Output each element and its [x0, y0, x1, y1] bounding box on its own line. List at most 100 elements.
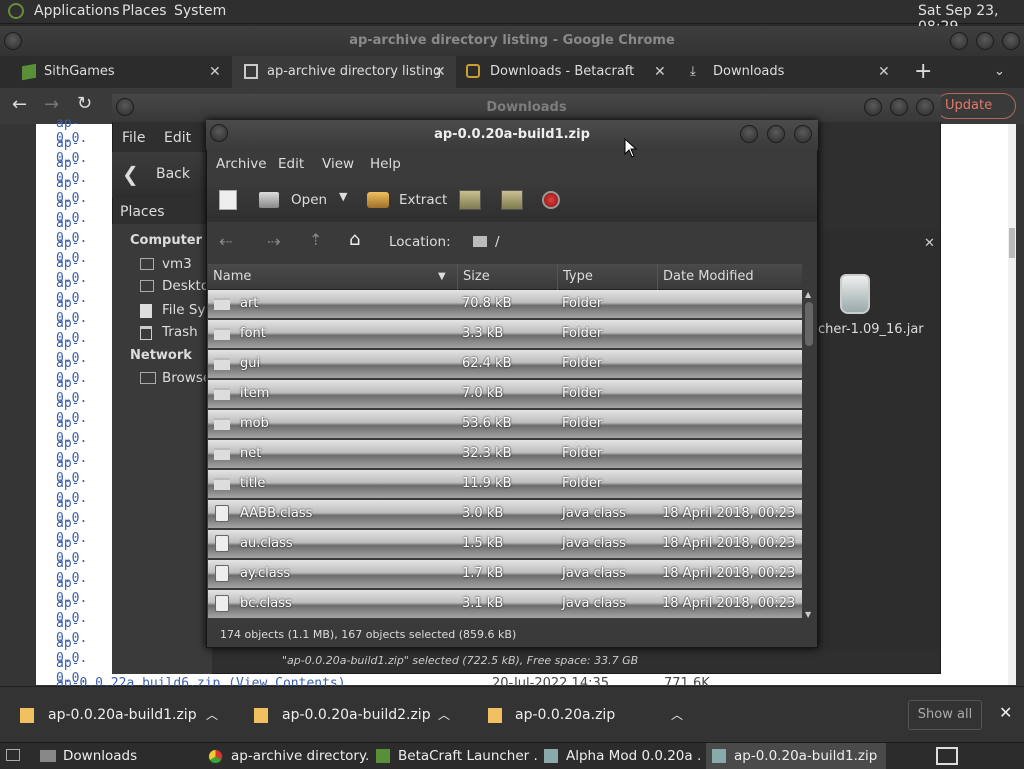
sidebar-item-filesystem[interactable]: File System	[162, 302, 212, 318]
table-row[interactable]: au.class 1.5 kB Java class 18 April 2018, 0…	[208, 530, 802, 558]
jar-file-label[interactable]: cher-1.09_16.jar	[818, 322, 924, 337]
update-button[interactable]: Update	[936, 93, 1016, 119]
open-button[interactable]: Open	[291, 192, 327, 208]
menu-archive[interactable]: Archive	[216, 156, 267, 172]
chevron-up-icon[interactable]: ︿	[438, 687, 450, 743]
scroll-down-icon[interactable]: ▼	[805, 610, 811, 619]
close-button[interactable]	[794, 125, 812, 143]
column-date-modified[interactable]: Date Modified	[658, 264, 802, 290]
fm-places-selector[interactable]: Places	[120, 204, 165, 220]
tab-downloads[interactable]: ⤓ Downloads ✕	[678, 56, 902, 88]
close-tab-icon[interactable]: ✕	[654, 56, 666, 88]
table-row[interactable]: art 70.8 kB Folder	[208, 290, 802, 318]
sidebar-item-desktop[interactable]: Desktop	[162, 278, 212, 294]
chevron-up-icon[interactable]: ︿	[206, 687, 218, 743]
back-icon[interactable]: ⇠	[219, 232, 232, 251]
column-type[interactable]: Type	[558, 264, 658, 290]
show-desktop-button[interactable]	[0, 743, 24, 769]
table-row[interactable]: font 3.3 kB Folder	[208, 320, 802, 348]
system-menu[interactable]: System	[174, 3, 226, 19]
forward-arrow-icon[interactable]: →	[44, 94, 59, 115]
close-tab-icon[interactable]: ✕	[209, 56, 221, 88]
table-row[interactable]: bc.class 3.1 kB Java class 18 April 2018, 0…	[208, 590, 802, 618]
scroll-thumb[interactable]	[805, 302, 813, 346]
download-item[interactable]: ap-0.0.20a.zip ︿	[474, 687, 700, 743]
cell-type: Folder	[562, 356, 603, 371]
download-item[interactable]: ap-0.0.20a-build1.zip ︿	[0, 687, 232, 743]
fm-back-button[interactable]: Back	[156, 166, 190, 182]
sidebar-item-vm3[interactable]: vm3	[162, 256, 192, 272]
close-tab-icon[interactable]: ✕	[434, 56, 446, 88]
download-item[interactable]: ap-0.0.20a-build2.zip ︿	[240, 687, 466, 743]
taskbar-item-chrome[interactable]: ap-archive directory...	[204, 743, 368, 769]
open-dropdown-icon[interactable]: ▼	[339, 190, 347, 203]
add-files-icon[interactable]	[459, 190, 481, 210]
page-scrollbar[interactable]	[1008, 124, 1016, 685]
menu-help[interactable]: Help	[370, 156, 401, 172]
tab-ap-archive[interactable]: ap-archive directory listing ✕	[232, 56, 456, 88]
column-size[interactable]: Size	[458, 264, 558, 290]
minimize-button[interactable]	[950, 32, 968, 50]
archive-icon	[244, 64, 258, 79]
up-icon[interactable]: ⇡	[309, 230, 322, 249]
minimize-button[interactable]	[740, 125, 758, 143]
menu-edit[interactable]: Edit	[278, 156, 304, 172]
file-list-scrollbar[interactable]: ▲ ▼	[802, 290, 816, 622]
close-button[interactable]	[916, 98, 934, 116]
distro-logo-icon[interactable]	[8, 3, 24, 19]
location-path[interactable]: /	[495, 234, 500, 250]
table-row[interactable]: item 7.0 kB Folder	[208, 380, 802, 408]
maximize-button[interactable]	[890, 98, 908, 116]
back-arrow-icon[interactable]: ←	[12, 94, 27, 115]
forward-icon[interactable]: ⇢	[267, 232, 280, 251]
table-row[interactable]: gui 62.4 kB Folder	[208, 350, 802, 378]
cell-date: 18 April 2018, 00:23	[662, 536, 796, 551]
tab-search-chevron-icon[interactable]: ⌄	[994, 56, 1005, 88]
minimize-button[interactable]	[864, 98, 882, 116]
window-menu-button[interactable]	[4, 32, 22, 50]
table-row[interactable]: ay.class 1.7 kB Java class 18 April 2018, 0…	[208, 560, 802, 588]
table-row[interactable]: title 11.9 kB Folder	[208, 470, 802, 498]
back-arrow-icon[interactable]: ❮	[122, 162, 139, 186]
taskbar-item-downloads[interactable]: Downloads	[34, 743, 196, 769]
jar-file-icon[interactable]	[840, 274, 870, 314]
window-menu-button[interactable]	[116, 98, 134, 116]
sidebar-item-browse-network[interactable]: Browse Network	[162, 370, 212, 386]
taskbar-item-archive[interactable]: ap-0.0.20a-build1.zip	[706, 743, 886, 769]
chevron-up-icon[interactable]: ︿	[671, 687, 683, 743]
column-name[interactable]: Name ▼	[208, 264, 458, 290]
fm-menu-file[interactable]: File	[122, 130, 145, 146]
reload-icon[interactable]: ↻	[77, 93, 92, 114]
fm-menu-edit[interactable]: Edit	[164, 130, 191, 146]
menu-view[interactable]: View	[322, 156, 354, 172]
sidebar-item-trash[interactable]: Trash	[162, 324, 198, 340]
new-archive-icon[interactable]	[219, 190, 237, 210]
close-button[interactable]	[1002, 32, 1020, 50]
table-row[interactable]: mob 53.6 kB Folder	[208, 410, 802, 438]
window-menu-button[interactable]	[210, 124, 228, 142]
new-tab-icon[interactable]: +	[914, 56, 932, 88]
stop-icon[interactable]	[542, 191, 560, 209]
tab-sithgames[interactable]: SithGames ✕	[0, 56, 232, 88]
scroll-up-icon[interactable]: ▲	[805, 290, 811, 299]
home-icon[interactable]: ⌂	[349, 229, 360, 250]
top-panel: Applications Places System Sat Sep 23, 0…	[0, 0, 1024, 35]
maximize-button[interactable]	[976, 32, 994, 50]
taskbar-item-alpha-mod[interactable]: Alpha Mod 0.0.20a ...	[542, 743, 702, 769]
workspace-switcher[interactable]	[936, 747, 958, 765]
close-downloads-icon[interactable]: ✕	[999, 703, 1012, 722]
taskbar-item-betacraft[interactable]: BetaCraft Launcher ...	[374, 743, 538, 769]
tab-downloads-betacraft[interactable]: Downloads - Betacraft ✕	[456, 56, 678, 88]
add-folder-icon[interactable]	[501, 190, 523, 210]
cell-name: au.class	[240, 536, 293, 551]
show-all-button[interactable]: Show all	[908, 700, 982, 730]
table-row[interactable]: AABB.class 3.0 kB Java class 18 April 2018,…	[208, 500, 802, 528]
table-row[interactable]: net 32.3 kB Folder	[208, 440, 802, 468]
maximize-button[interactable]	[767, 125, 785, 143]
close-pane-icon[interactable]: ✕	[924, 236, 935, 251]
close-tab-icon[interactable]: ✕	[878, 56, 890, 88]
places-menu[interactable]: Places	[122, 3, 167, 19]
extract-button[interactable]: Extract	[399, 192, 447, 208]
scroll-thumb[interactable]	[1009, 228, 1015, 258]
applications-menu[interactable]: Applications	[34, 3, 120, 19]
